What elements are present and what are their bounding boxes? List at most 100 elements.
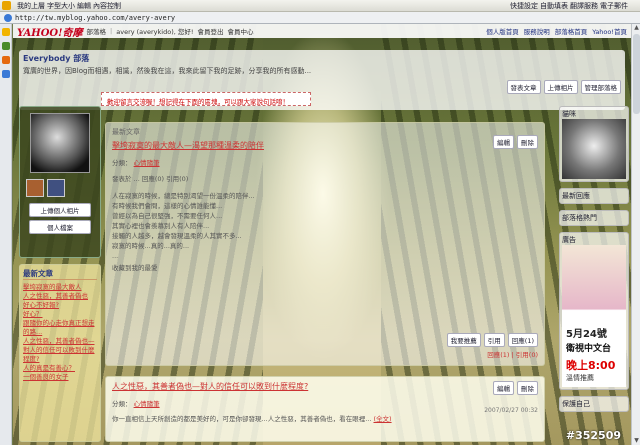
edit-button[interactable]: 編輯	[493, 135, 514, 149]
scroll-thumb[interactable]	[633, 34, 640, 114]
post-category: 分類： 心情隨筆	[112, 398, 538, 408]
latest-articles-title: 最新文章	[23, 268, 97, 280]
reply-button[interactable]: 回應(1)	[507, 333, 538, 347]
post-title[interactable]: 人之性惡，其善者偽也—對人的信任可以敗到什麼程度?	[112, 381, 538, 392]
scrollbar[interactable]: ▲ ▼	[631, 24, 640, 445]
upload-photo-button[interactable]: 上傳相片	[543, 80, 578, 94]
more-link[interactable]: 收藏到我的最愛	[112, 263, 538, 273]
delete-button[interactable]: 刪除	[517, 135, 538, 149]
post-title[interactable]: 擊垮寂寞的最大敵人—渴望那種溫柔的陪伴	[112, 140, 538, 151]
post-card: 最新文章 擊垮寂寞的最大敵人—渴望那種溫柔的陪伴 編輯 刪除 分類： 心情隨筆 …	[105, 122, 545, 366]
category-link[interactable]: 心情隨筆	[134, 400, 160, 408]
avatar[interactable]	[30, 113, 90, 173]
yahoo-right-0[interactable]: 個人版首頁	[486, 26, 519, 36]
toolbar-right-2[interactable]: 翻譯服務	[570, 1, 598, 11]
yahoo-link-2[interactable]: 會員登出	[197, 26, 223, 36]
recommend-button[interactable]: 我要推薦	[446, 333, 481, 347]
main-column: 最新文章 擊垮寂寞的最大敵人—渴望那種溫柔的陪伴 編輯 刪除 分類： 心情隨筆 …	[105, 122, 545, 445]
notice-banner[interactable]: 歡迎留言交流喔！想記得在下面的區塊，可以跟大家說句話唷！	[101, 92, 311, 106]
article-link[interactable]: 一個善良的女子	[23, 373, 97, 382]
article-link[interactable]: 人之性惡，其善者偽也—對人的信任可以敗到什麼程度?	[23, 337, 97, 364]
post-body-text: 你一直相信上天所創造的都是美好的，可是你卻發現...人之性惡，其善者偽也，看在眼…	[112, 415, 372, 423]
article-link[interactable]: 跟隨你的心走你真正想走的路...	[23, 319, 97, 337]
blog-page: YAHOO!奇摩 部落格 | avery (averykido), 您好! 會員…	[13, 24, 631, 445]
yahoo-right-links: 個人版首頁 服務說明 部落格首頁 Yahoo!首頁	[486, 26, 627, 36]
ad-tagline: 溫情推薦	[566, 374, 594, 382]
profile-box: 上傳個人相片 個人檔案	[19, 106, 101, 258]
trackback-button[interactable]: 引用	[483, 333, 505, 347]
post-edit-controls: 編輯 刪除	[493, 381, 538, 395]
blog-title[interactable]: Everybody 部落	[23, 53, 89, 64]
cat-photo-title: 貓咪	[562, 110, 576, 118]
ad-time: 晚上8:00	[566, 359, 616, 372]
latest-comments-box[interactable]: 最新回應	[559, 188, 629, 204]
yahoo-logo[interactable]: YAHOO!奇摩	[17, 24, 83, 39]
yahoo-link-1: avery (averykido), 您好!	[116, 28, 194, 36]
article-link[interactable]: 好心？	[23, 310, 97, 319]
toolbar-item-2[interactable]: 編輯	[77, 1, 91, 11]
yahoo-link-3[interactable]: 會員中心	[227, 26, 253, 36]
ad-channel: 衛視中文台	[566, 344, 612, 354]
toolbar-right-3[interactable]: 電子郵件	[600, 1, 628, 11]
right-column: 貓咪 最新回應 部落格熱門 廣告 5月24號 衛視中文台 晚上8:00 溫情推薦…	[559, 106, 629, 445]
yahoo-link-0[interactable]: 部落格	[87, 26, 107, 36]
category-link[interactable]: 心情隨筆	[134, 159, 160, 167]
category-label: 分類：	[112, 400, 132, 408]
read-more-link[interactable]: (全文)	[373, 415, 391, 423]
favorites-icon[interactable]	[2, 28, 10, 36]
star-icon[interactable]	[2, 1, 11, 10]
ad-header: 廣告	[562, 236, 576, 244]
post-edit-controls: 編輯 刪除	[493, 135, 538, 149]
article-link[interactable]: 擊垮寂寞的最大敵人	[23, 283, 97, 292]
toolbar-item-0[interactable]: 我的上層	[17, 1, 45, 11]
toolbar-right-1[interactable]: 自動填表	[540, 1, 568, 11]
manage-blog-button[interactable]: 管理部落格	[580, 80, 621, 94]
header-buttons: 發表文章 上傳相片 管理部落格	[506, 80, 621, 94]
ad-date: 5月24號	[566, 329, 607, 340]
category-label: 分類：	[112, 159, 132, 167]
url-text[interactable]: http://tw.myblog.yahoo.com/avery-avery	[15, 14, 175, 22]
article-link[interactable]: 人之性惡，其善者偽也	[23, 292, 97, 301]
toolbar-group-right: 快捷設定 自動填表 翻譯服務 電子郵件	[510, 1, 628, 11]
post-body: 人在寂寞的時候，總是特別渴望一份溫柔的陪伴... 有時候我們會問，這樣的心情誰能…	[112, 192, 255, 260]
post-article-button[interactable]: 發表文章	[506, 80, 541, 94]
thumbnail[interactable]	[26, 179, 44, 197]
ad-banner[interactable]: 5月24號 衛視中文台 晚上8:00 溫情推薦	[562, 245, 626, 387]
side-tabs	[0, 24, 12, 445]
browser-toolbar: 我的上層 字型大小 編輯 內容控制 快捷設定 自動填表 翻譯服務 電子郵件	[0, 0, 640, 12]
protect-box[interactable]: 保護自己	[559, 396, 629, 412]
toolbar-item-3[interactable]: 內容控制	[93, 1, 121, 11]
browser-icon	[4, 13, 12, 22]
toolbar-right-0[interactable]: 快捷設定	[510, 1, 538, 11]
thumbnail[interactable]	[47, 179, 65, 197]
post-tools: 我要推薦 引用 回應(1)	[446, 333, 538, 347]
cat-photo[interactable]	[562, 119, 626, 179]
hot-blogs-box[interactable]: 部落格熱門	[559, 210, 629, 226]
section-label: 最新文章	[112, 128, 140, 136]
upload-avatar-button[interactable]: 上傳個人相片	[29, 203, 91, 217]
left-column: 上傳個人相片 個人檔案 最新文章 擊垮寂寞的最大敵人 人之性惡，其善者偽也 好心…	[19, 106, 101, 445]
toolbar-item-1[interactable]: 字型大小	[47, 1, 75, 11]
ad-box[interactable]: 廣告 5月24號 衛視中文台 晚上8:00 溫情推薦	[559, 232, 629, 390]
blog-description: 寬廣的世界，因Blog而相遇，相識，然後我在這，我來此留下我的足跡，分享我的所有…	[23, 67, 312, 75]
edit-button[interactable]: 編輯	[493, 381, 514, 395]
address-bar[interactable]: http://tw.myblog.yahoo.com/avery-avery	[0, 12, 640, 24]
history-icon[interactable]	[2, 42, 10, 50]
search-icon[interactable]	[2, 70, 10, 78]
feeds-icon[interactable]	[2, 56, 10, 64]
article-link[interactable]: 好心不好報?	[23, 301, 97, 310]
profile-thumbnails	[26, 179, 94, 197]
article-link[interactable]: 人的真是有善心？	[23, 364, 97, 373]
post-card: 人之性惡，其善者偽也—對人的信任可以敗到什麼程度? 編輯 刪除 分類： 心情隨筆…	[105, 376, 545, 442]
delete-button[interactable]: 刪除	[517, 381, 538, 395]
yahoo-right-1[interactable]: 服務說明	[524, 26, 550, 36]
yahoo-right-3[interactable]: Yahoo!首頁	[592, 26, 627, 36]
toolbar-group-left: 我的上層 字型大小 編輯 內容控制	[17, 1, 121, 11]
cat-photo-box: 貓咪	[559, 106, 629, 182]
scroll-up-icon[interactable]: ▲	[632, 24, 640, 32]
scroll-down-icon[interactable]: ▼	[632, 437, 640, 445]
profile-button[interactable]: 個人檔案	[29, 220, 91, 234]
post-footer[interactable]: 回應(1) | 引用(0)	[487, 349, 538, 359]
latest-articles-box: 最新文章 擊垮寂寞的最大敵人 人之性惡，其善者偽也 好心不好報? 好心？ 跟隨你…	[19, 264, 101, 442]
yahoo-right-2[interactable]: 部落格首頁	[555, 26, 588, 36]
